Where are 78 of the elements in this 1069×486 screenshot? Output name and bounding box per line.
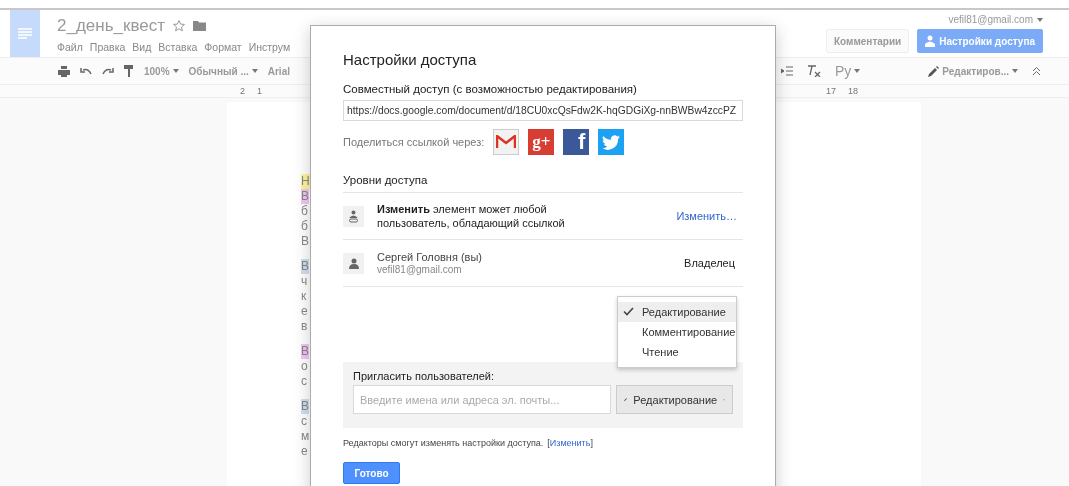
menu-item[interactable]: Инструм — [248, 41, 291, 53]
link-url-field[interactable]: https://docs.google.com/document/d/18CU0xcQsFdw2K-hqGDGiXg-nnBWBw4zccPZ — [343, 100, 743, 121]
ruler-number: 17 — [826, 86, 837, 96]
document-text: е — [301, 304, 308, 319]
invite-label: Пригласить пользователей: — [353, 370, 495, 382]
owner-role: Владелец — [684, 257, 735, 269]
menu-item[interactable]: Вставка — [158, 41, 198, 53]
caret-icon — [251, 69, 258, 73]
dialog-title: Настройки доступа — [343, 51, 478, 68]
document-text: В — [301, 399, 309, 414]
share-button[interactable]: Настройки доступа — [917, 29, 1043, 53]
redo-icon[interactable] — [102, 67, 114, 75]
document-text: В — [301, 234, 309, 249]
print-icon[interactable] — [58, 65, 70, 77]
document-text: к — [301, 289, 307, 304]
input-tools-dropdown[interactable]: Ру — [835, 63, 861, 79]
document-text: в — [301, 319, 308, 334]
share-via-label: Поделиться ссылкой через: — [343, 136, 485, 148]
menu-item[interactable]: Файл — [57, 41, 83, 53]
access-levels-heading: Уровни доступа — [343, 174, 743, 193]
menu-item[interactable]: Вид — [132, 41, 152, 53]
document-text: В — [301, 259, 309, 274]
editors-note: Редакторы смогут изменять настройки доступа. — [343, 438, 544, 448]
document-text: б — [301, 219, 308, 234]
link-label: Совместный доступ (с возможностью редактирования) — [343, 83, 638, 95]
document-text: б — [301, 204, 308, 219]
change-settings-link[interactable]: [Изменить] — [547, 438, 593, 448]
caret-icon — [854, 69, 861, 73]
ruler-number: 2 — [240, 86, 245, 96]
document-text: м — [301, 429, 310, 444]
document-text: В — [301, 189, 309, 204]
document-text: В — [301, 344, 309, 359]
style-dropdown[interactable]: Обычный ... — [188, 65, 258, 77]
font-dropdown[interactable]: Arial — [267, 65, 290, 77]
person-icon — [925, 35, 936, 47]
double-chevron-icon[interactable] — [1032, 66, 1041, 76]
pencil-icon — [928, 65, 940, 77]
comments-button[interactable]: Комментарии — [825, 29, 910, 53]
change-link[interactable]: Изменить… — [676, 210, 737, 222]
person-icon — [343, 252, 364, 274]
caret-icon — [1037, 17, 1043, 22]
google-plus-icon[interactable]: g+ — [528, 129, 555, 155]
document-text: Н — [301, 174, 310, 189]
role-dropdown[interactable]: Редактирование — [616, 385, 733, 414]
folder-icon[interactable] — [193, 21, 206, 31]
ruler-number: 1 — [257, 86, 263, 96]
gmail-icon[interactable] — [493, 129, 520, 155]
document-text: е — [301, 444, 308, 459]
ruler-number: 18 — [848, 86, 859, 96]
document-text: о — [301, 359, 308, 374]
menu-item[interactable]: Формат — [204, 41, 242, 53]
check-icon — [623, 307, 634, 316]
star-icon[interactable] — [173, 20, 185, 32]
caret-icon — [172, 69, 179, 73]
facebook-icon[interactable]: f — [563, 129, 590, 155]
document-text: с — [301, 374, 307, 389]
clear-formatting-icon[interactable] — [807, 65, 821, 77]
paint-roller-icon[interactable] — [124, 65, 134, 77]
role-option[interactable]: Комментирование — [618, 322, 736, 342]
user-name: Сергей Головня (вы) — [377, 251, 483, 263]
undo-icon[interactable] — [80, 67, 92, 75]
caret-icon — [1012, 69, 1018, 73]
account-email[interactable]: vefil81@gmail.com — [948, 14, 1043, 25]
zoom-dropdown[interactable]: 100% — [144, 65, 179, 77]
menu-item[interactable]: Правка — [89, 41, 126, 53]
role-option[interactable]: Редактирование — [618, 302, 736, 322]
user-email: vefil81@gmail.com — [377, 264, 463, 275]
indent-icon[interactable] — [781, 66, 793, 76]
document-text: с — [301, 414, 307, 429]
document-title[interactable]: 2_день_квест — [57, 16, 165, 36]
bird-icon[interactable] — [598, 129, 625, 155]
mode-dropdown[interactable]: Редактиров... — [928, 65, 1018, 77]
link-access-text: Изменить элемент может любой пользователь, обладающий ссылкой — [377, 202, 566, 230]
document-text: ч — [301, 274, 308, 289]
invite-input-field[interactable]: Введите имена или адреса эл. почты... — [353, 385, 611, 414]
link-person-icon — [343, 205, 364, 227]
role-option[interactable]: Чтение — [618, 342, 736, 362]
done-button[interactable]: Готово — [343, 462, 400, 484]
